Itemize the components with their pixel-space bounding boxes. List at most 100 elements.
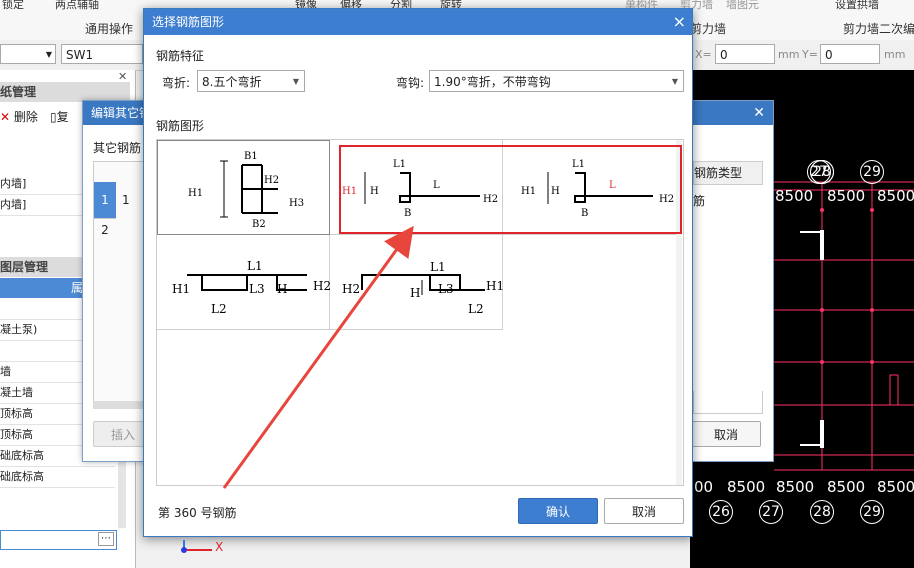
axis-label-bottom: 26	[709, 500, 733, 524]
shape-cell-5[interactable]: L1 H2 H L3 H1 L2	[330, 235, 504, 330]
ok-button[interactable]: 确认	[518, 498, 598, 524]
table-cell: 础底标高	[0, 470, 44, 483]
group-shear-wall-label: 剪力墙	[690, 22, 727, 36]
set-arch-wall-button[interactable]: 设置拱墙	[835, 0, 879, 12]
coordinate-axis-icon: X	[178, 538, 223, 558]
shape-label: H2	[264, 175, 279, 186]
shape-label: L2	[468, 302, 484, 316]
cancel-button[interactable]: 取消	[604, 498, 684, 524]
close-icon[interactable]: ×	[673, 9, 686, 35]
axis-label-bottom: 29	[860, 500, 884, 524]
two-point-axis-button[interactable]: 两点辅轴	[55, 0, 99, 12]
chevron-down-icon: ▼	[292, 77, 299, 86]
component-select[interactable]: SW1	[61, 44, 143, 64]
bend-select-value: 8.五个弯折	[202, 75, 262, 89]
y-label: Y=	[802, 48, 818, 61]
close-icon[interactable]: ✕	[118, 70, 127, 83]
drawing-management-title: 纸管理	[0, 82, 130, 102]
hook-select[interactable]: 1.90°弯折，不带弯钩 ▼	[429, 70, 684, 92]
y-input[interactable]: 0	[820, 44, 880, 64]
chevron-down-icon: ▼	[45, 50, 52, 59]
shape-label: L2	[211, 302, 227, 316]
table-cell[interactable]: 1	[122, 182, 130, 218]
shape-label: H1	[486, 279, 503, 293]
shape-label: H2	[313, 279, 330, 293]
shape-label: L1	[247, 259, 263, 273]
shape-label: H1	[188, 188, 203, 199]
chevron-down-icon: ▼	[671, 77, 678, 86]
property-input[interactable]: ⋯	[0, 530, 117, 550]
dimension-label: 8500	[827, 187, 866, 205]
dialog-title: 选择钢筋图形	[152, 15, 225, 29]
wall-element-button[interactable]: 墙图元	[726, 0, 759, 12]
table-cell: 顶标高	[0, 407, 33, 420]
table-cell: 顶标高	[0, 428, 33, 441]
mm-unit-2: mm	[884, 48, 906, 61]
dimension-label: 8500	[877, 187, 914, 205]
dimension-label: 00	[694, 478, 714, 496]
close-icon[interactable]: ✕	[753, 101, 765, 125]
column-header: 钢筋类型	[693, 161, 763, 185]
floor-select[interactable]: ▼	[0, 44, 56, 64]
group-common-label: 通用操作	[85, 22, 134, 36]
dimension-label: 8500	[775, 187, 814, 205]
table-cell: 墙	[0, 365, 11, 378]
edit-dialog-section-label: 其它钢筋	[93, 141, 142, 155]
bend-select[interactable]: 8.五个弯折 ▼	[197, 70, 305, 92]
shape-label: B2	[252, 219, 266, 230]
row-number[interactable]: 1	[94, 182, 116, 218]
dimension-label: 8500	[877, 478, 914, 496]
feature-section-label: 钢筋特征	[156, 49, 205, 63]
component-select-value: SW1	[66, 48, 94, 62]
row-number[interactable]: 2	[94, 218, 116, 241]
shape-4-drawing: L1 H1 L3 H H2 L2	[172, 259, 331, 316]
dimension-label: 8500	[727, 478, 766, 496]
x-axis-label: X	[215, 540, 224, 554]
list-item-label: 内墙]	[0, 177, 27, 190]
shape-label: H2	[342, 282, 360, 296]
dialog-header: 选择钢筋图形 ×	[144, 9, 692, 35]
layer-management-label: 图层管理	[0, 260, 49, 274]
shape-label: B1	[244, 151, 258, 162]
axis-label-top: 29	[860, 160, 884, 184]
select-rebar-shape-dialog: 选择钢筋图形 × 钢筋特征 弯折: 8.五个弯折 ▼ 弯钩: 1.90°弯折，不…	[143, 8, 693, 537]
shape-label: L3	[249, 282, 265, 296]
lock-button[interactable]: 锁定	[2, 0, 24, 12]
copy-label: 复	[56, 110, 69, 124]
more-icon[interactable]: ⋯	[98, 532, 114, 546]
cancel-button[interactable]: 取消	[691, 421, 761, 447]
table-row[interactable]: 础底标高	[0, 467, 115, 488]
group-shear-wall-2-label: 剪力墙二次编	[843, 22, 914, 36]
hook-select-value: 1.90°弯折，不带弯钩	[434, 75, 551, 89]
x-label: X=	[695, 48, 712, 61]
highlight-box	[339, 145, 682, 234]
table-cell: 凝土泵)	[0, 323, 38, 336]
table-cell[interactable]: 筋	[693, 191, 705, 211]
axis-label-top: 28	[810, 160, 834, 184]
axis-label-bottom: 28	[810, 500, 834, 524]
row-header-column: 1 1 2	[93, 161, 145, 408]
drawing-management-label: 纸管理	[0, 85, 37, 99]
shape-label: H	[277, 282, 287, 296]
shape-label: L3	[438, 282, 454, 296]
bend-label: 弯折:	[162, 76, 191, 90]
list-item-label: 内墙]	[0, 198, 27, 211]
shape-label: H3	[289, 198, 304, 209]
table-cell: 凝土墙	[0, 386, 33, 399]
shape-section-label: 钢筋图形	[156, 119, 205, 133]
scrollbar[interactable]	[93, 401, 143, 409]
axis-label-bottom: 27	[759, 500, 783, 524]
shape-cell-1[interactable]: B1 H1 H2 H3 B2	[157, 140, 330, 235]
hook-label: 弯钩:	[396, 76, 425, 90]
shape-label: H	[410, 286, 420, 300]
x-input[interactable]: 0	[715, 44, 775, 64]
delete-icon: ✕	[0, 110, 11, 124]
copy-button[interactable]: ▯复	[50, 108, 69, 125]
x-value: 0	[720, 48, 728, 62]
delete-label: 删除	[13, 110, 38, 124]
status-text: 第 360 号钢筋	[158, 506, 237, 520]
shape-cell-4[interactable]: L1 H1 L3 H H2 L2	[157, 235, 331, 330]
delete-button[interactable]: ✕ 删除	[0, 108, 38, 125]
copy-icon: ▯	[50, 110, 57, 124]
dimension-label: 8500	[827, 478, 866, 496]
